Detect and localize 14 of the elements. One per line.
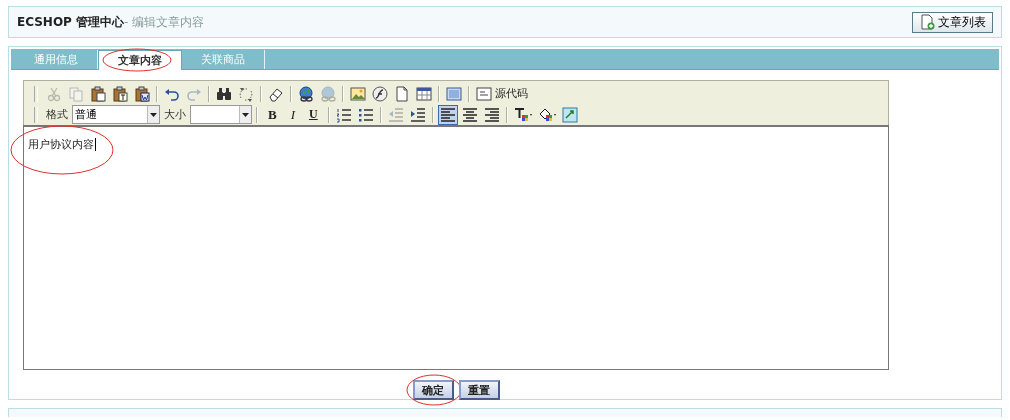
underline-button[interactable]: U	[303, 104, 324, 125]
reset-button[interactable]: 重置	[458, 380, 500, 400]
format-select[interactable]: 普通	[72, 105, 160, 124]
toolbar-label: 大小	[163, 107, 187, 122]
editor-text: 用户协议内容	[28, 138, 96, 151]
confirm-button[interactable]: 确定	[412, 380, 454, 400]
tab[interactable]: 文章内容	[98, 50, 182, 70]
source-code-button[interactable]: 源代码	[474, 83, 530, 104]
page-subtitle: - 编辑文章内容	[124, 14, 205, 29]
italic-button[interactable]: I	[284, 104, 301, 125]
page-title: ECSHOP 管理中心	[17, 14, 125, 29]
article-list-button[interactable]: 文章列表	[912, 11, 993, 33]
bold-button[interactable]: B	[262, 104, 283, 125]
toolbar-label: 格式	[45, 107, 69, 122]
